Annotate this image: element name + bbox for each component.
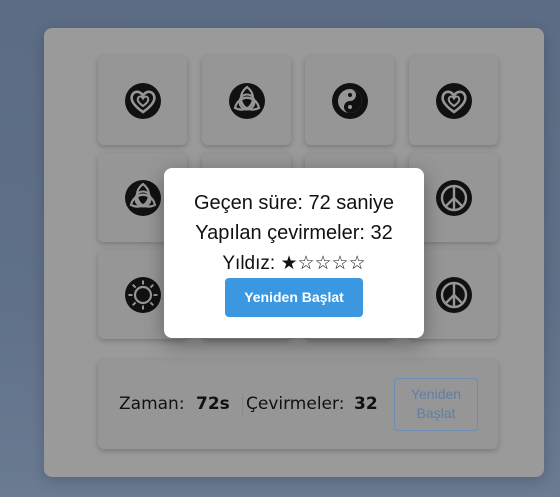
elapsed-time-text: Geçen süre: 72 saniye [193, 192, 395, 214]
time-value: 72s [196, 394, 230, 414]
moves-made-text: Yapılan çevirmeler: 32 [195, 222, 393, 244]
triquetra-icon [228, 82, 265, 119]
stats-divider [242, 394, 243, 418]
moves-value: 32 [354, 394, 378, 414]
moves-label: Çevirmeler: [246, 394, 345, 414]
restart-button[interactable]: Yeniden Başlat [394, 378, 478, 431]
triquetra-icon [124, 179, 161, 216]
result-modal: Geçen süre: 72 saniye Yapılan çevirmeler… [164, 168, 424, 338]
yin-yang-icon [331, 82, 368, 119]
card-2[interactable] [202, 56, 291, 145]
star-rating-text: Yıldız: ★☆☆☆☆ [222, 253, 366, 274]
heart-knot-icon [124, 82, 161, 119]
time-label: Zaman: [119, 394, 185, 414]
card-3[interactable] [305, 56, 394, 145]
modal-restart-button[interactable]: Yeniden Başlat [225, 278, 363, 317]
card-4[interactable] [409, 56, 498, 145]
peace-icon [435, 179, 472, 216]
peace-icon [435, 276, 472, 313]
card-1[interactable] [98, 56, 187, 145]
heart-knot-icon [435, 82, 472, 119]
sun-icon [124, 276, 161, 313]
